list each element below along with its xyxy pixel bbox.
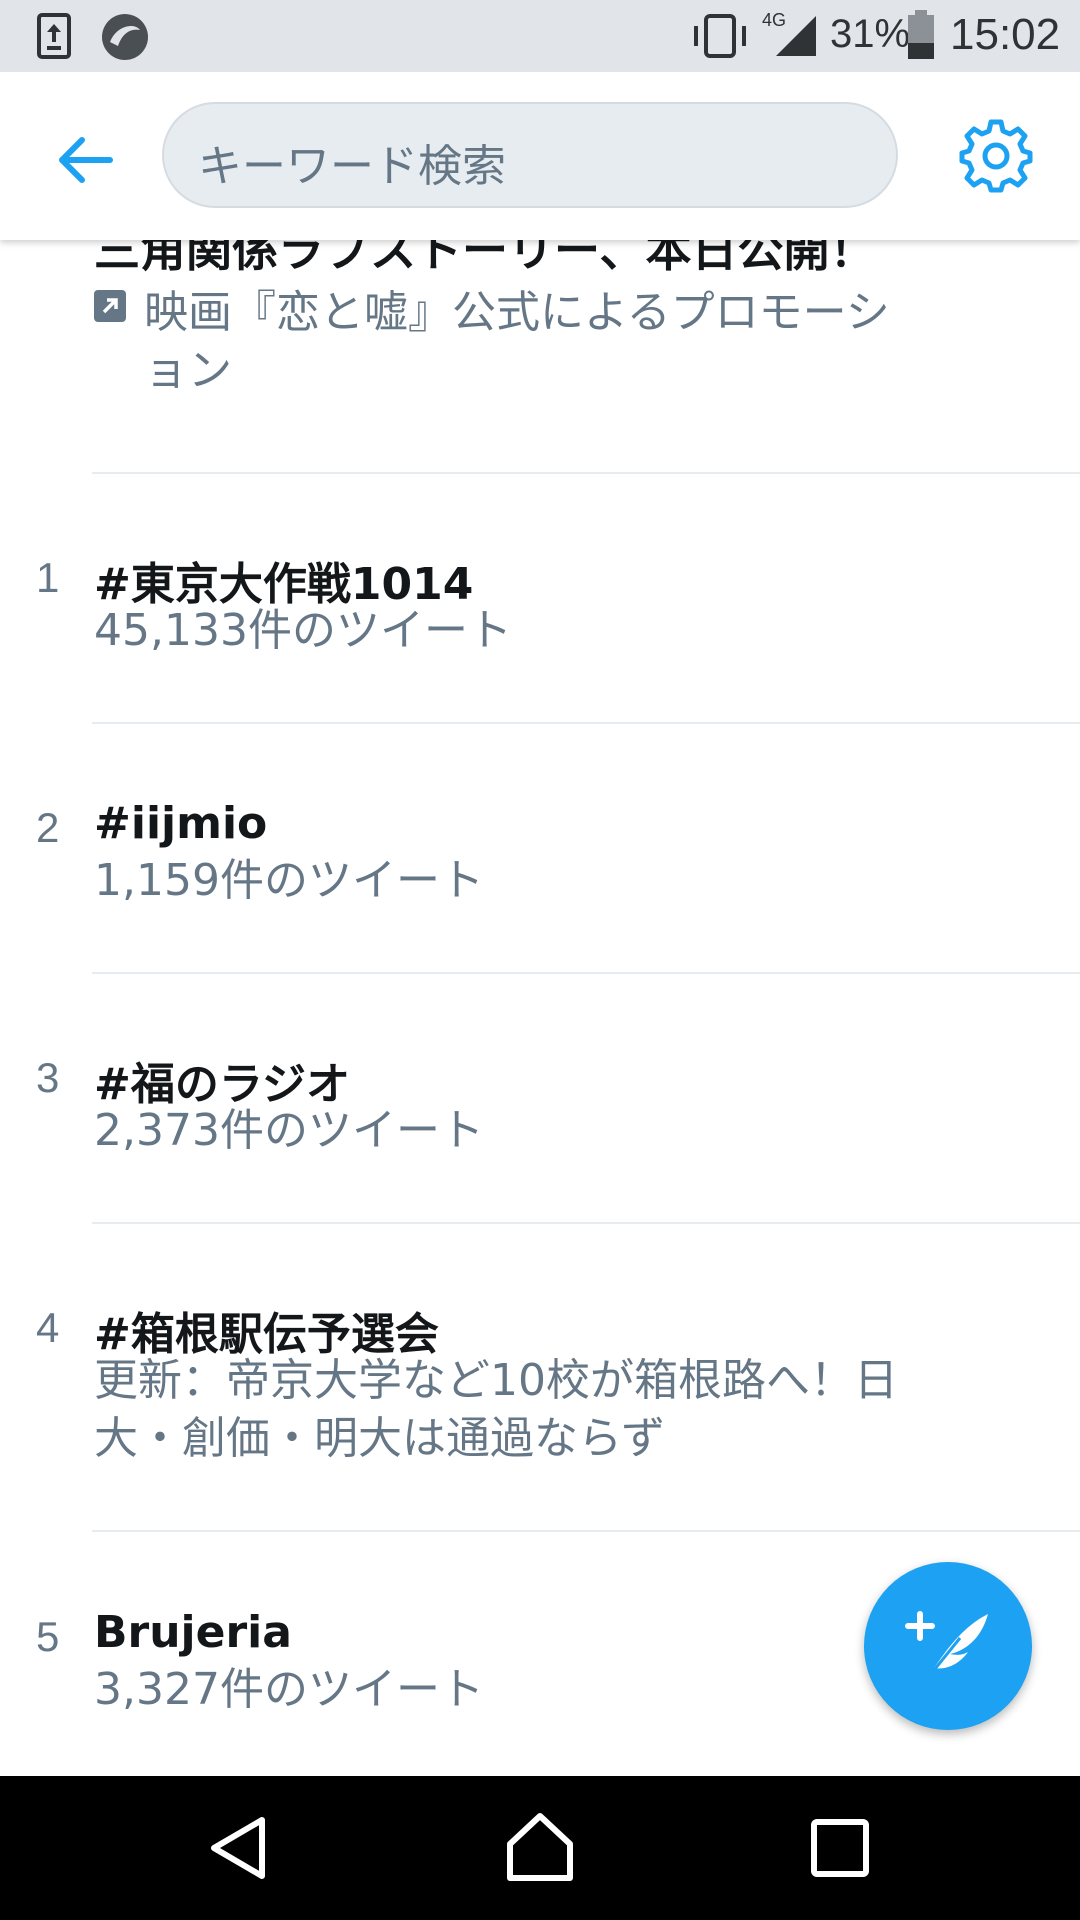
trend-item-4[interactable]: 4 #箱根駅伝予選会 更新：帝京大学など10校が箱根路へ！日大・創価・明大は通過… [0,1304,1080,1564]
trend-item-1[interactable]: 1 #東京大作戦1014 45,133件のツイート [0,554,1080,754]
battery-icon [908,10,934,59]
vibrate-icon [694,14,746,58]
divider [92,722,1080,724]
trend-title: Brujeria [94,1607,292,1658]
arrow-left-icon[interactable] [48,120,128,200]
trend-rank: 4 [36,1304,60,1351]
home-icon[interactable] [500,1808,580,1888]
navigation-bar [0,1776,1080,1920]
divider [92,972,1080,974]
status-bar: 4G 31% 15:02 [0,0,1080,72]
trend-rank: 2 [36,804,60,851]
promoted-label: 映画『恋と嘘』公式によるプロモーション [144,287,890,396]
divider [92,1530,1080,1532]
gear-icon[interactable] [958,118,1034,194]
upload-icon [37,13,71,59]
trend-rank: 1 [36,554,60,601]
trend-title: #iijmio [94,798,268,849]
trends-list: 三角関係ラブストーリー、本日公開！ 映画『恋と嘘』公式によるプロモーション 1 … [0,240,1080,1776]
search-input[interactable]: キーワード検索 [162,102,898,208]
search-placeholder: キーワード検索 [198,141,506,192]
trend-item-3[interactable]: 3 #福のラジオ 2,373件のツイート [0,1054,1080,1254]
recents-icon[interactable] [800,1808,880,1888]
app-circle-icon [102,14,148,60]
trend-tweet-count: 1,159件のツイート [94,855,484,906]
promoted-trend-title[interactable]: 三角関係ラブストーリー、本日公開！ [94,240,876,280]
trend-rank: 5 [36,1613,60,1660]
trend-description: 更新：帝京大学など10校が箱根路へ！日大・創価・明大は通過ならず [94,1355,898,1464]
signal-icon [776,16,816,56]
trend-tweet-count: 3,327件のツイート [94,1664,484,1715]
divider [92,1222,1080,1224]
search-header: キーワード検索 [0,72,1080,240]
trend-tweet-count: 2,373件のツイート [94,1105,484,1156]
clock: 15:02 [950,10,1061,59]
trend-item-2[interactable]: 2 #iijmio 1,159件のツイート [0,798,1080,1004]
compose-tweet-icon [905,1611,988,1681]
back-triangle-icon[interactable] [200,1808,280,1888]
compose-tweet-button[interactable] [864,1562,1032,1730]
promoted-icon [94,290,126,322]
trend-rank: 3 [36,1054,60,1101]
divider [92,472,1080,474]
trend-tweet-count: 45,133件のツイート [94,605,512,656]
battery-percent: 31% [830,12,911,56]
